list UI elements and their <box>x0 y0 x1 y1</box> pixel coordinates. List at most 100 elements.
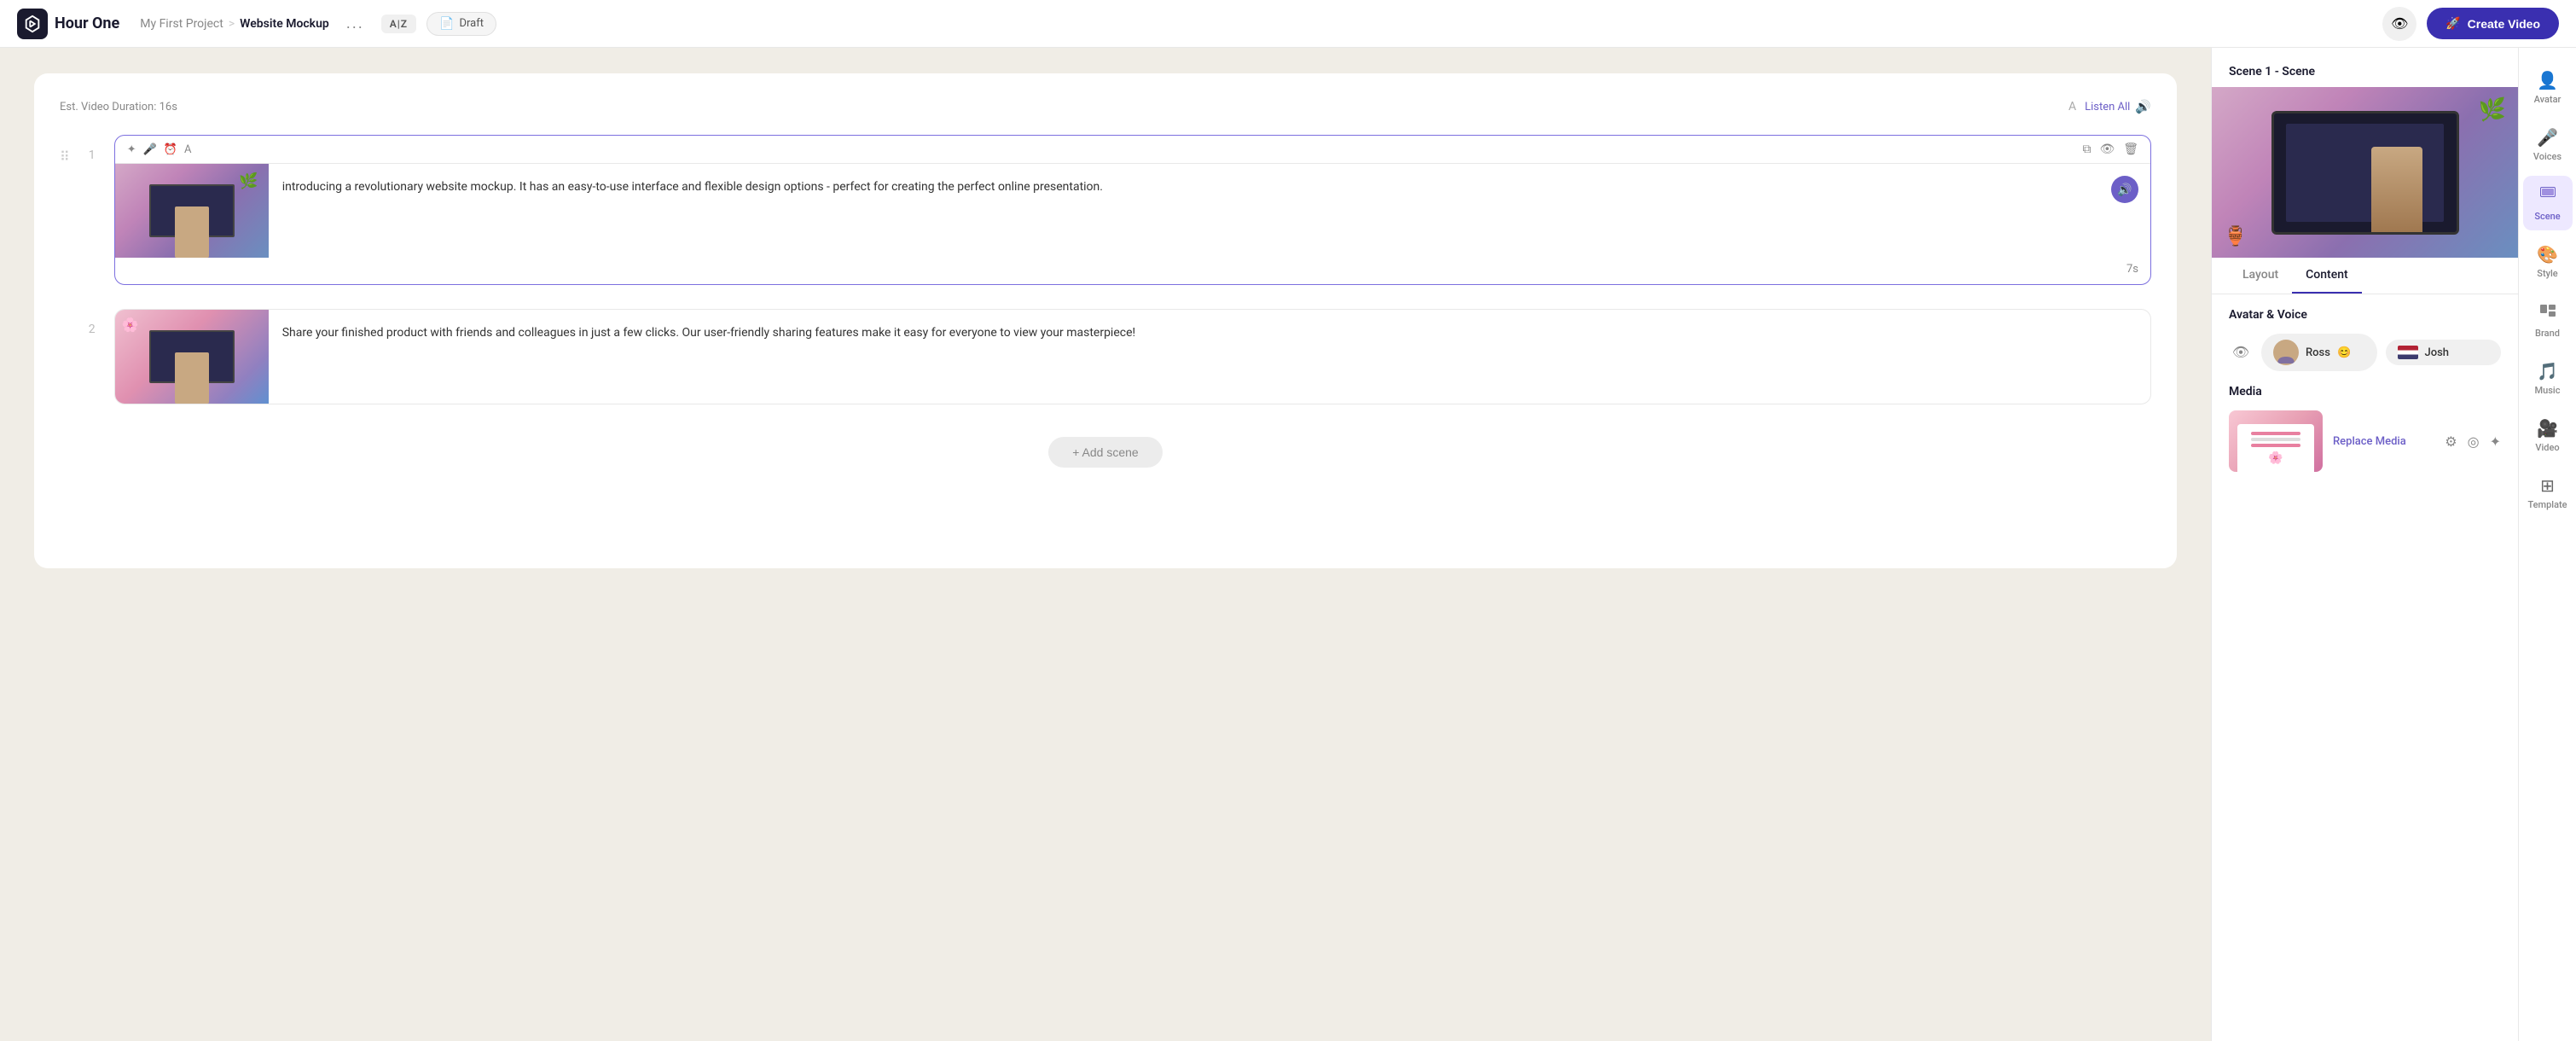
scene-row-1: ⠿ 1 ✦ 🎤 ⏰ A ⧉ 👁 🗑 <box>60 135 2151 285</box>
main-layout: Est. Video Duration: 16s A Listen All 🔊 … <box>0 48 2576 1041</box>
scene-text-1: introducing a revolutionary website mock… <box>282 177 2137 196</box>
breadcrumb: My First Project > Website Mockup <box>140 17 329 31</box>
rocket-icon: 🚀 <box>2445 16 2460 31</box>
magic-icon[interactable]: ✦ <box>127 143 136 156</box>
scene-preview: 🌿 🏺 <box>2212 87 2518 258</box>
listen-all-button[interactable]: Listen All 🔊 <box>2085 99 2151 114</box>
logo: Hour One <box>17 9 119 39</box>
scene-panel-header: Scene 1 - Scene <box>2212 48 2518 87</box>
font-a-icon: A <box>2068 100 2076 113</box>
scene-content-2: 🌸 Share your finished product with frien… <box>115 310 2150 404</box>
sidebar-item-music[interactable]: 🎵 Music <box>2523 352 2573 404</box>
preview-plant: 🌿 <box>2479 97 2506 123</box>
music-icon: 🎵 <box>2537 361 2558 381</box>
sound-button-1[interactable]: 🔊 <box>2111 176 2138 203</box>
avatar-emoji: 😊 <box>2337 346 2351 359</box>
style-label: Style <box>2537 268 2557 279</box>
brand-label: Brand <box>2535 328 2560 339</box>
mic-toolbar-icon[interactable]: 🎤 <box>143 143 157 156</box>
drag-handle-1[interactable]: ⠿ <box>60 135 70 165</box>
flower-decor: 🌸 <box>122 317 139 333</box>
avatar-chip[interactable]: Ross 😊 <box>2261 334 2377 371</box>
right-panel: Scene 1 - Scene 🌿 🏺 Layout Content Avata… <box>2211 48 2518 1041</box>
sidebar-item-brand[interactable]: Brand <box>2523 293 2573 347</box>
media-thumbnail: 🌸 <box>2229 410 2323 472</box>
scene-toolbar-1: ✦ 🎤 ⏰ A ⧉ 👁 🗑 <box>115 136 2150 164</box>
sidebar-icons: 👤 Avatar 🎤 Voices Scene 🎨 Style <box>2518 48 2576 1041</box>
video-icon: 🎥 <box>2537 418 2558 439</box>
preview-vase: 🏺 <box>2224 226 2247 247</box>
sidebar-item-style[interactable]: 🎨 Style <box>2523 236 2573 288</box>
flower-media-icon: 🌸 <box>2268 451 2283 465</box>
template-label: Template <box>2527 499 2567 510</box>
logo-icon <box>17 9 48 39</box>
media-line-3 <box>2251 444 2300 447</box>
wand-icon[interactable]: ✦ <box>2490 433 2501 450</box>
media-title: Media <box>2229 385 2501 398</box>
tab-content[interactable]: Content <box>2292 258 2362 294</box>
sidebar-item-avatar[interactable]: 👤 Avatar <box>2523 61 2573 113</box>
scene-label: Scene <box>2534 211 2560 222</box>
sidebar-item-voices[interactable]: 🎤 Voices <box>2523 119 2573 171</box>
sidebar-item-scene[interactable]: Scene <box>2523 176 2573 230</box>
scene-duration-1: 7s <box>2126 263 2138 276</box>
scene-text-area-1[interactable]: introducing a revolutionary website mock… <box>269 164 2150 258</box>
avatar-visibility-button[interactable]: 👁 <box>2229 340 2253 364</box>
tab-layout[interactable]: Layout <box>2229 258 2292 294</box>
draft-badge[interactable]: 📄 Draft <box>426 12 496 36</box>
brand-icon <box>2538 301 2557 324</box>
scene-icon <box>2538 184 2557 207</box>
create-video-button[interactable]: 🚀 Create Video <box>2427 8 2559 39</box>
video-label: Video <box>2535 442 2559 453</box>
more-button[interactable]: ... <box>339 11 371 36</box>
draft-label: Draft <box>460 17 484 30</box>
eye-icon: 👁 <box>2391 15 2408 32</box>
media-line-2 <box>2251 438 2300 441</box>
person-avatar-2 <box>175 352 209 404</box>
target-icon[interactable]: ◎ <box>2468 433 2480 450</box>
person-avatar <box>175 206 209 258</box>
plant-decor: 🌿 <box>239 172 258 190</box>
scene-content-1: 🌿 introducing a revolutionary website mo… <box>115 164 2150 258</box>
duration-text: Est. Video Duration: 16s <box>60 101 177 113</box>
preview-person <box>2371 147 2422 232</box>
media-section: Media 🌸 Replace Media ⚙ ◎ ✦ <box>2212 385 2518 486</box>
avatar-image <box>2273 340 2299 365</box>
scene-toolbar-right: ⧉ 👁 🗑 <box>2082 142 2138 156</box>
preview-laptop <box>2271 111 2459 235</box>
copy-icon[interactable]: ⧉ <box>2082 142 2091 156</box>
panel-tabs: Layout Content <box>2212 258 2518 294</box>
style-icon: 🎨 <box>2537 244 2558 265</box>
az-badge: A|Z <box>381 15 416 33</box>
media-thumb-inner: 🌸 <box>2237 424 2314 472</box>
text-icon[interactable]: A <box>184 143 191 156</box>
eye-small-icon: 👁 <box>2232 344 2249 361</box>
project-name[interactable]: My First Project <box>140 17 223 31</box>
logo-text: Hour One <box>55 15 119 32</box>
delete-icon[interactable]: 🗑 <box>2123 142 2138 156</box>
speaker-icon: 🔊 <box>2135 99 2151 114</box>
avatar-name: Ross <box>2306 346 2330 359</box>
media-line-1 <box>2251 432 2300 435</box>
scene-text-area-2[interactable]: Share your finished product with friends… <box>269 310 2150 404</box>
topnav: Hour One My First Project > Website Mock… <box>0 0 2576 48</box>
sidebar-item-template[interactable]: ⊞ Template <box>2523 467 2573 519</box>
preview-button[interactable]: 👁 <box>2382 7 2416 41</box>
sidebar-item-video[interactable]: 🎥 Video <box>2523 410 2573 462</box>
sliders-icon[interactable]: ⚙ <box>2445 433 2457 450</box>
scene-block-2: 🌸 Share your finished product with frien… <box>114 309 2151 404</box>
avatar-voice-title: Avatar & Voice <box>2229 308 2501 322</box>
current-page-name[interactable]: Website Mockup <box>240 17 329 31</box>
clock-icon[interactable]: ⏰ <box>164 143 177 156</box>
scene-thumbnail-2: 🌸 <box>115 310 269 404</box>
add-scene-button[interactable]: + Add scene <box>1048 437 1162 468</box>
listen-all-label: Listen All <box>2085 101 2130 113</box>
breadcrumb-separator: > <box>229 17 235 31</box>
replace-media-button[interactable]: Replace Media <box>2333 435 2406 448</box>
view-icon[interactable]: 👁 <box>2099 142 2115 156</box>
editor-area: Est. Video Duration: 16s A Listen All 🔊 … <box>0 48 2211 1041</box>
editor-card: Est. Video Duration: 16s A Listen All 🔊 … <box>34 73 2177 568</box>
voice-chip[interactable]: Josh <box>2386 340 2502 365</box>
scene-text-2: Share your finished product with friends… <box>282 323 2137 342</box>
scene-number-1: 1 <box>84 135 101 162</box>
